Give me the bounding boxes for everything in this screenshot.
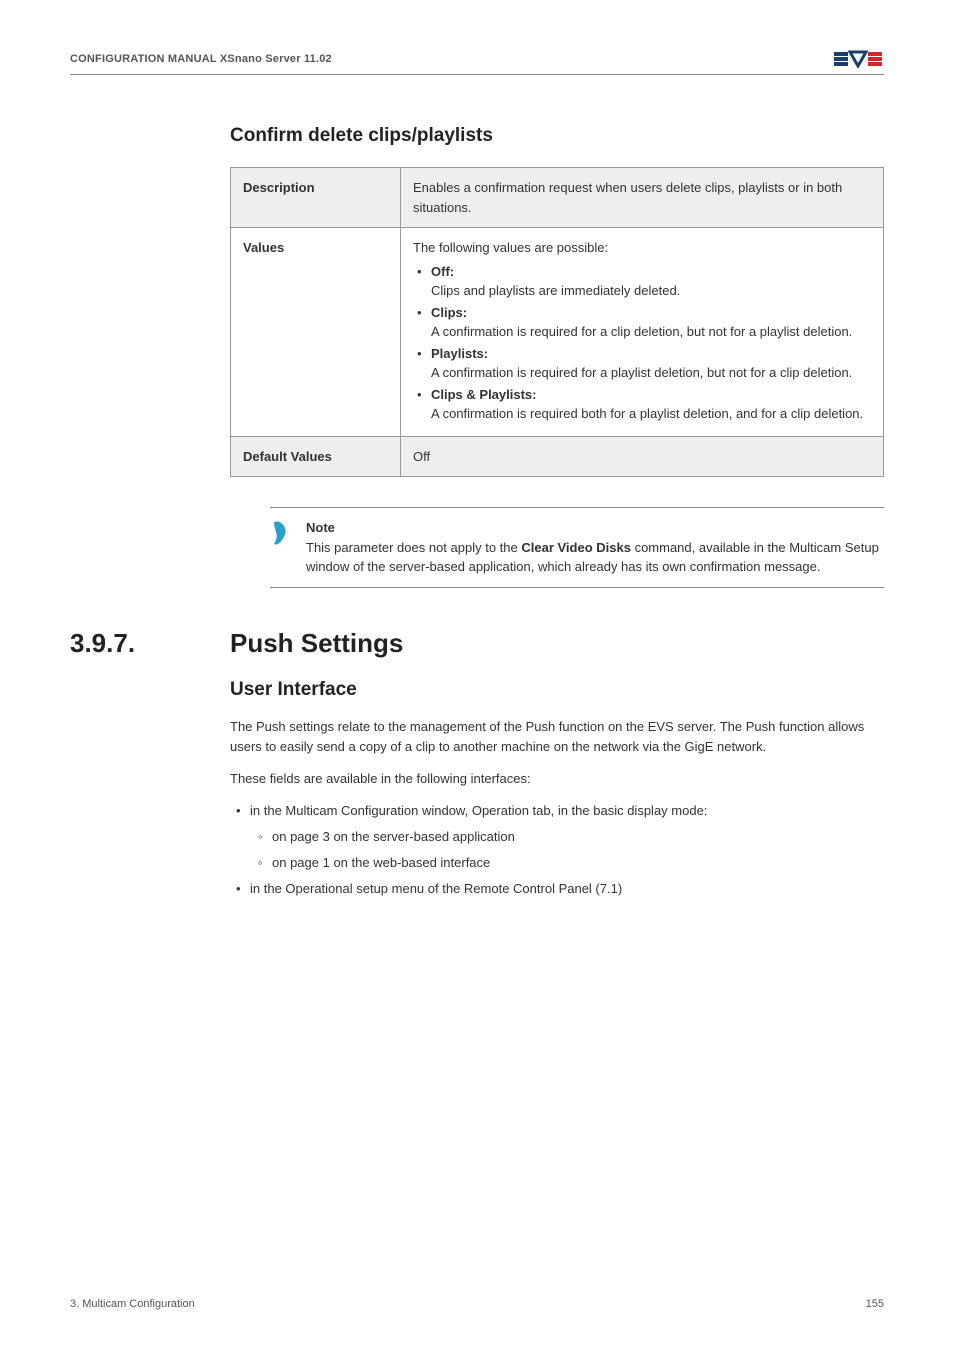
note-icon (270, 518, 294, 577)
note-label: Note (306, 518, 884, 538)
row-description-text: Enables a confirmation request when user… (401, 168, 884, 228)
value-cp-label: Clips & Playlists: (431, 387, 536, 402)
row-values-label: Values (231, 228, 401, 437)
value-playlists-label: Playlists: (431, 346, 488, 361)
footer-left: 3. Multicam Configuration (70, 1298, 195, 1310)
value-clips-label: Clips: (431, 305, 467, 320)
section-title-confirm-delete: Confirm delete clips/playlists (230, 125, 884, 147)
page-header: CONFIGURATION MANUAL XSnano Server 11.02 (70, 50, 884, 75)
push-paragraph-1: The Push settings relate to the manageme… (230, 717, 884, 757)
subbullet-web-interface: on page 1 on the web-based interface (250, 853, 884, 873)
section-number: 3.9.7. (70, 628, 190, 659)
bullet-multicam-text: in the Multicam Configuration window, Op… (250, 803, 707, 818)
value-off-label: Off: (431, 264, 454, 279)
confirm-delete-table: Description Enables a confirmation reque… (230, 167, 884, 477)
value-playlists-text: A confirmation is required for a playlis… (431, 365, 852, 380)
push-paragraph-2: These fields are available in the follow… (230, 769, 884, 789)
subbullet-server-app: on page 3 on the server-based applicatio… (250, 827, 884, 847)
row-description-label: Description (231, 168, 401, 228)
value-playlists: Playlists: A confirmation is required fo… (413, 344, 871, 383)
value-clips: Clips: A confirmation is required for a … (413, 303, 871, 342)
section-title-push: Push Settings (230, 628, 403, 659)
row-values-cell: The following values are possible: Off: … (401, 228, 884, 437)
evs-logo (834, 50, 884, 68)
value-off: Off: Clips and playlists are immediately… (413, 262, 871, 301)
header-title: CONFIGURATION MANUAL XSnano Server 11.02 (70, 53, 332, 65)
value-clips-text: A confirmation is required for a clip de… (431, 324, 852, 339)
note-box: Note This parameter does not apply to th… (270, 507, 884, 588)
value-clips-playlists: Clips & Playlists: A confirmation is req… (413, 385, 871, 424)
note-bold: Clear Video Disks (521, 540, 631, 555)
note-body: Note This parameter does not apply to th… (306, 518, 884, 577)
value-off-text: Clips and playlists are immediately dele… (431, 283, 680, 298)
bullet-multicam-config: in the Multicam Configuration window, Op… (230, 801, 884, 873)
subheading-user-interface: User Interface (230, 679, 884, 701)
section-push-settings-heading: 3.9.7. Push Settings (70, 628, 884, 659)
values-intro: The following values are possible: (413, 240, 608, 255)
row-default-value: Off (401, 436, 884, 477)
row-default-label: Default Values (231, 436, 401, 477)
footer-page-number: 155 (866, 1298, 884, 1310)
note-text-pre: This parameter does not apply to the (306, 540, 521, 555)
page-footer: 3. Multicam Configuration 155 (70, 1298, 884, 1310)
value-cp-text: A confirmation is required both for a pl… (431, 406, 863, 421)
bullet-operational-setup: in the Operational setup menu of the Rem… (230, 879, 884, 899)
